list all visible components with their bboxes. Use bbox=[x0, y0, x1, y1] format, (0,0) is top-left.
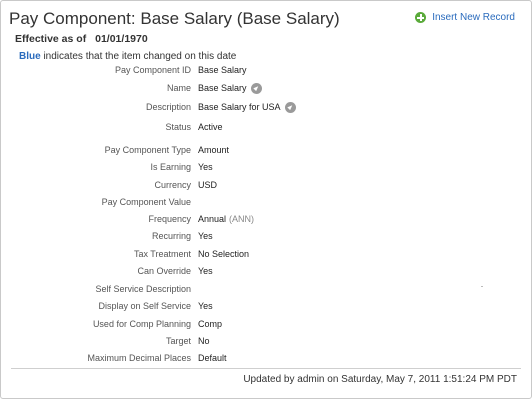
field-label: Display on Self Service bbox=[98, 301, 191, 311]
footer-divider bbox=[11, 368, 521, 369]
field-row: Tax Treatment No Selection bbox=[1, 247, 532, 261]
info-arrow-icon[interactable] bbox=[284, 101, 296, 113]
field-row: Target No bbox=[1, 334, 532, 348]
updated-by-footer: Updated by admin on Saturday, May 7, 201… bbox=[243, 374, 517, 385]
field-label: Description bbox=[145, 102, 191, 112]
field-row: Status Active bbox=[1, 120, 532, 134]
pay-component-panel: Pay Component: Base Salary (Base Salary)… bbox=[0, 0, 532, 399]
field-label: Frequency bbox=[148, 214, 191, 224]
field-value: Default bbox=[198, 353, 227, 363]
field-row: Recurring Yes bbox=[1, 229, 532, 243]
field-label: Currency bbox=[154, 180, 191, 190]
field-value: No bbox=[198, 336, 210, 346]
field-value: Active bbox=[198, 122, 223, 132]
field-row: Pay Component Value bbox=[1, 195, 532, 209]
field-label: Name bbox=[166, 83, 191, 93]
field-value: Base Salary bbox=[198, 65, 247, 75]
field-row: Is Earning Yes bbox=[1, 160, 532, 174]
field-row: Name Base Salary bbox=[1, 81, 532, 95]
field-label: Maximum Decimal Places bbox=[87, 353, 191, 363]
field-value: Comp bbox=[198, 319, 223, 329]
page-title: Pay Component: Base Salary (Base Salary) bbox=[9, 9, 340, 28]
field-label: Self Service Description bbox=[95, 284, 191, 294]
field-value: Base Salary bbox=[198, 81, 262, 95]
field-row: Frequency Annual (ANN) bbox=[1, 212, 532, 226]
field-label: Target bbox=[165, 336, 191, 346]
info-arrow-icon[interactable] bbox=[250, 82, 262, 94]
legend-text: indicates that the item changed on this … bbox=[40, 51, 237, 62]
effective-date: 01/01/1970 bbox=[95, 33, 148, 45]
field-value: USD bbox=[198, 180, 218, 190]
legend-blue-word: Blue bbox=[19, 51, 41, 62]
plus-circle-icon bbox=[415, 12, 427, 23]
field-row: Currency USD bbox=[1, 178, 532, 192]
field-row: Used for Comp Planning Comp bbox=[1, 317, 532, 331]
insert-new-record-label: Insert New Record bbox=[432, 12, 515, 23]
field-label: Used for Comp Planning bbox=[92, 319, 191, 329]
field-label: Tax Treatment bbox=[133, 249, 191, 259]
field-value: Base Salary for USA bbox=[198, 100, 296, 114]
field-value: Annual (ANN) bbox=[198, 214, 255, 224]
field-label: Pay Component Value bbox=[101, 197, 191, 207]
field-label: Pay Component Type bbox=[104, 145, 191, 155]
effective-date-line: Effective as of 01/01/1970 bbox=[15, 33, 148, 45]
field-value: Amount bbox=[198, 145, 230, 155]
effective-label: Effective as of bbox=[15, 33, 87, 45]
change-legend: Blue indicates that the item changed on … bbox=[19, 51, 236, 62]
field-row: Pay Component Type Amount bbox=[1, 143, 532, 157]
field-value: Yes bbox=[198, 162, 213, 172]
field-value: Yes bbox=[198, 301, 213, 311]
field-row: Description Base Salary for USA bbox=[1, 100, 532, 114]
field-label: Is Earning bbox=[150, 162, 191, 172]
field-label: Pay Component ID bbox=[114, 65, 191, 75]
field-value: No Selection bbox=[198, 249, 250, 259]
field-row: Self Service Description bbox=[1, 282, 532, 296]
field-row: Display on Self Service Yes bbox=[1, 299, 532, 313]
field-row: Maximum Decimal Places Default bbox=[1, 351, 532, 365]
field-value: Yes bbox=[198, 266, 213, 276]
stray-mark bbox=[481, 286, 483, 287]
field-label: Recurring bbox=[151, 231, 191, 241]
field-row: Can Override Yes bbox=[1, 264, 532, 278]
field-value: Yes bbox=[198, 231, 213, 241]
insert-new-record-link[interactable]: Insert New Record bbox=[415, 12, 515, 23]
field-label: Can Override bbox=[137, 266, 191, 276]
field-row: Pay Component ID Base Salary bbox=[1, 63, 532, 77]
field-label: Status bbox=[165, 122, 191, 132]
